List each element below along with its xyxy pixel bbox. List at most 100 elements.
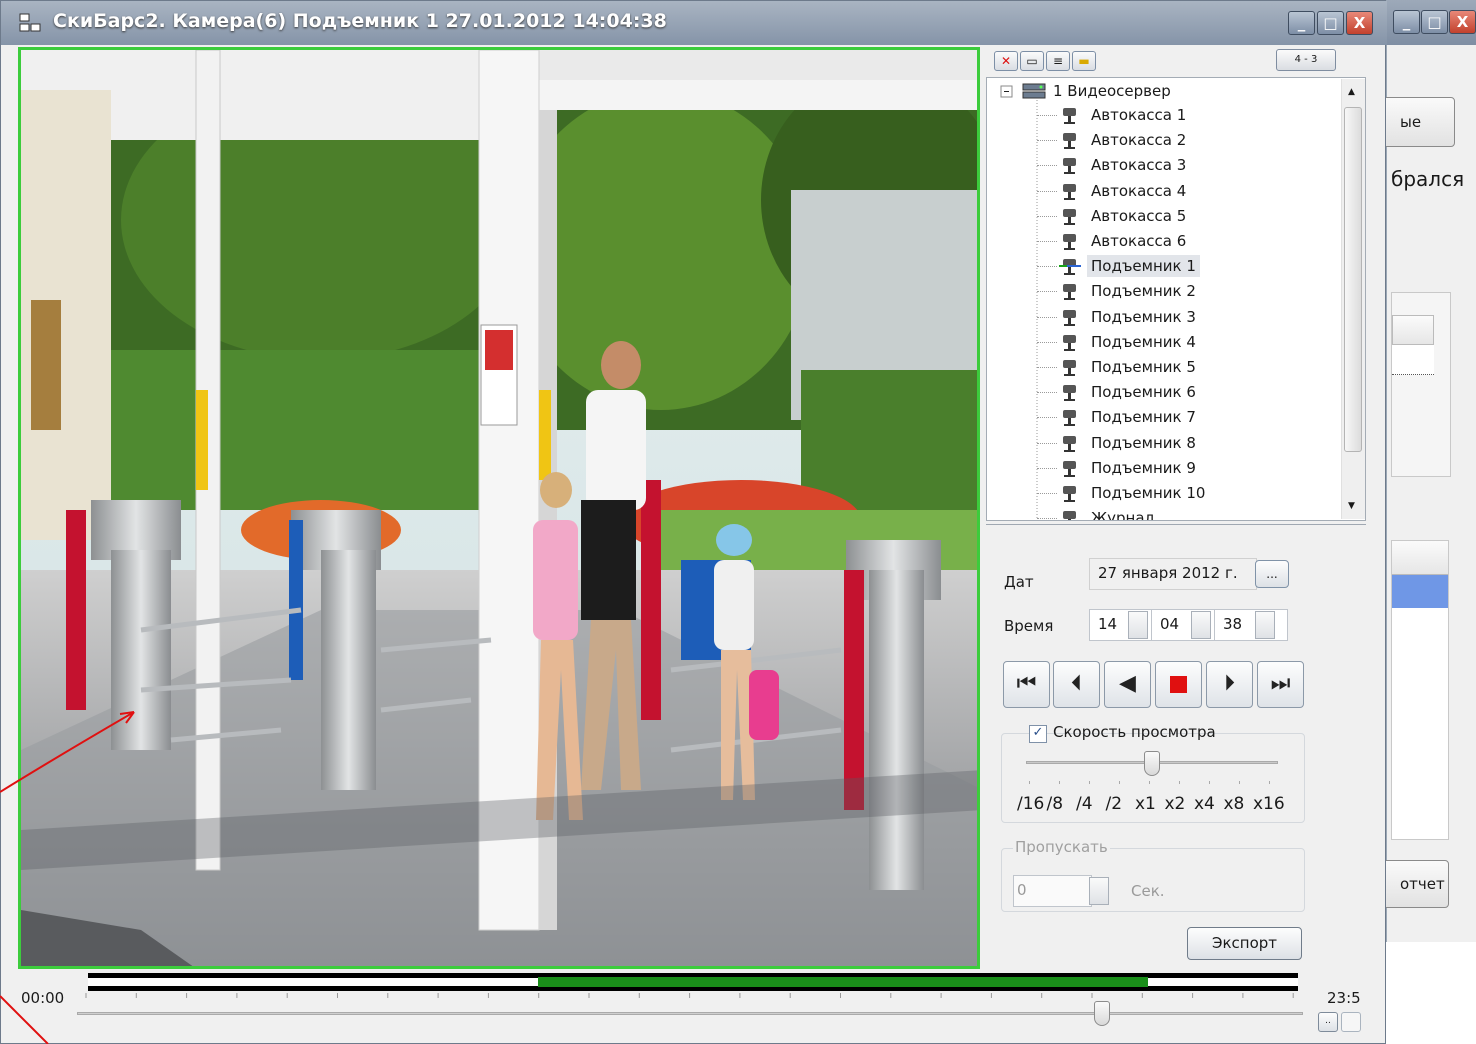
speed-tick — [1149, 781, 1150, 784]
camera-icon — [1063, 511, 1076, 520]
close-red-icon[interactable]: ✕ — [994, 51, 1018, 71]
minimize-button[interactable]: _ — [1288, 11, 1315, 35]
timeline-end-label: 23:5 — [1327, 989, 1361, 1007]
tree-connector — [1037, 165, 1057, 167]
bg-button-top[interactable]: ые — [1377, 97, 1455, 147]
time-label: Время — [1004, 617, 1054, 635]
tree-item[interactable]: Автокасса 4 — [1087, 180, 1190, 202]
skip-field[interactable]: 0 — [1013, 875, 1092, 907]
speed-label: /4 — [1076, 794, 1093, 814]
skip-unit-label: Сек. — [1131, 882, 1165, 900]
seconds-spinner[interactable] — [1255, 611, 1275, 639]
camera-image — [21, 50, 977, 966]
background-window: _ □ X ые брался отчет — [1377, 0, 1476, 942]
step-forward-icon[interactable]: ⏵ — [1206, 661, 1253, 708]
window-title: СкиБарс2. Камера(6) Подъемник 1 27.01.20… — [53, 10, 667, 32]
tree-connector — [1037, 442, 1057, 444]
skip-spinner[interactable] — [1089, 877, 1109, 905]
date-picker-button[interactable]: ... — [1255, 560, 1289, 588]
tree-connector — [1037, 190, 1057, 192]
scroll-up-arrow-icon[interactable]: ▲ — [1348, 87, 1355, 97]
timeline-ticks — [85, 993, 1294, 998]
hours-spinner[interactable] — [1128, 611, 1148, 639]
tree-item[interactable]: Подъемник 5 — [1087, 356, 1200, 378]
go-to-start-icon[interactable]: ⏮ — [1003, 661, 1050, 708]
server-icon[interactable]: ≡ — [1046, 51, 1070, 71]
tree-connector — [1037, 467, 1057, 469]
tree-item[interactable]: Автокасса 5 — [1087, 205, 1190, 227]
tree-item[interactable]: Подъемник 7 — [1087, 406, 1200, 428]
speed-checkbox-label: Скорость просмотра — [1053, 723, 1216, 741]
app-icon — [19, 13, 41, 32]
speed-label: /16 — [1017, 794, 1045, 814]
monitor-icon[interactable]: ▭ — [1020, 51, 1044, 71]
layout-button[interactable]: 4 - 3 — [1276, 49, 1336, 71]
bg-list-selected-row[interactable] — [1392, 575, 1448, 608]
tree-root-label[interactable]: 1 Видеосервер — [1053, 80, 1171, 102]
tree-item[interactable]: Автокасса 2 — [1087, 129, 1190, 151]
timeline-slider-track[interactable] — [77, 1012, 1303, 1015]
speed-slider-thumb[interactable] — [1144, 751, 1160, 776]
camera-icon — [1063, 385, 1076, 402]
timeline-option-button[interactable] — [1341, 1012, 1361, 1032]
tree-connector — [1037, 241, 1057, 242]
tree-item[interactable]: Подъемник 6 — [1087, 381, 1200, 403]
tree-item[interactable]: Подъемник 2 — [1087, 280, 1200, 302]
tree-item[interactable]: Подъемник 1 — [1087, 255, 1200, 278]
speed-checkbox[interactable]: ✓ — [1029, 725, 1047, 743]
stop-square — [1170, 675, 1187, 693]
speed-tick — [1029, 781, 1030, 784]
timeline-zoom-button[interactable]: .. — [1318, 1012, 1338, 1032]
maximize-button[interactable]: □ — [1317, 11, 1344, 35]
camera-icon — [1063, 234, 1076, 250]
minutes-spinner[interactable] — [1191, 611, 1211, 639]
tree-connector — [1037, 215, 1057, 217]
tree-item[interactable]: Подъемник 9 — [1087, 457, 1200, 479]
speed-tick — [1239, 781, 1240, 784]
speed-label: x8 — [1223, 794, 1245, 814]
speed-label: x16 — [1253, 794, 1285, 814]
tree-item[interactable]: Автокасса 6 — [1087, 230, 1190, 252]
tree-item[interactable]: Подъемник 4 — [1087, 331, 1200, 353]
seconds-field[interactable]: 38 — [1214, 609, 1288, 641]
export-button[interactable]: Экспорт — [1187, 927, 1302, 960]
tree-connector — [1037, 518, 1057, 520]
bg-maximize-button[interactable]: □ — [1421, 10, 1448, 34]
camera-icon — [1063, 284, 1076, 301]
camera-icon — [1063, 360, 1076, 376]
scroll-thumb[interactable] — [1344, 107, 1362, 452]
tree-item[interactable]: Подъемник 8 — [1087, 432, 1200, 454]
scroll-down-arrow-icon[interactable]: ▼ — [1348, 501, 1355, 511]
tree-item[interactable]: Автокасса 3 — [1087, 154, 1190, 176]
tree-item[interactable]: Автокасса 1 — [1087, 104, 1190, 126]
bg-minimize-button[interactable]: _ — [1393, 10, 1420, 34]
tree-item[interactable]: Подъемник 10 — [1087, 482, 1209, 504]
camera-icon — [1059, 259, 1081, 276]
camera-icon — [1063, 158, 1076, 175]
bg-close-button[interactable]: X — [1449, 10, 1476, 34]
camera-icon — [1063, 133, 1076, 150]
speed-label: x4 — [1194, 794, 1215, 814]
bg-report-button[interactable]: отчет — [1377, 860, 1449, 908]
timeline-bar[interactable] — [88, 973, 1298, 991]
speed-label: /8 — [1046, 794, 1064, 814]
folder-icon[interactable]: ▬ — [1072, 51, 1096, 71]
go-to-end-icon[interactable]: ⏭ — [1257, 661, 1304, 708]
stop-icon[interactable] — [1155, 661, 1202, 708]
tree-item[interactable]: Подъемник 3 — [1087, 306, 1200, 328]
tree-connector — [1037, 140, 1057, 142]
camera-icon — [1063, 108, 1076, 124]
step-back-icon[interactable]: ⏴ — [1053, 661, 1100, 708]
camera-icon — [1063, 334, 1076, 351]
bg-label: брался — [1391, 167, 1465, 191]
close-button[interactable]: X — [1346, 11, 1373, 35]
camera-video-frame[interactable] — [18, 47, 980, 969]
tree-connector — [1037, 115, 1057, 116]
play-reverse-icon[interactable]: ◀ — [1104, 661, 1151, 708]
tree-scrollbar[interactable]: ▲ ▼ — [1341, 79, 1365, 519]
timeline-slider-thumb[interactable] — [1093, 1001, 1110, 1026]
date-field[interactable]: 27 января 2012 г. — [1089, 558, 1257, 590]
tree-item[interactable]: Журнал — [1087, 507, 1158, 520]
timeline-recorded-segment[interactable] — [538, 977, 1148, 987]
date-label: Дат — [1004, 573, 1034, 591]
